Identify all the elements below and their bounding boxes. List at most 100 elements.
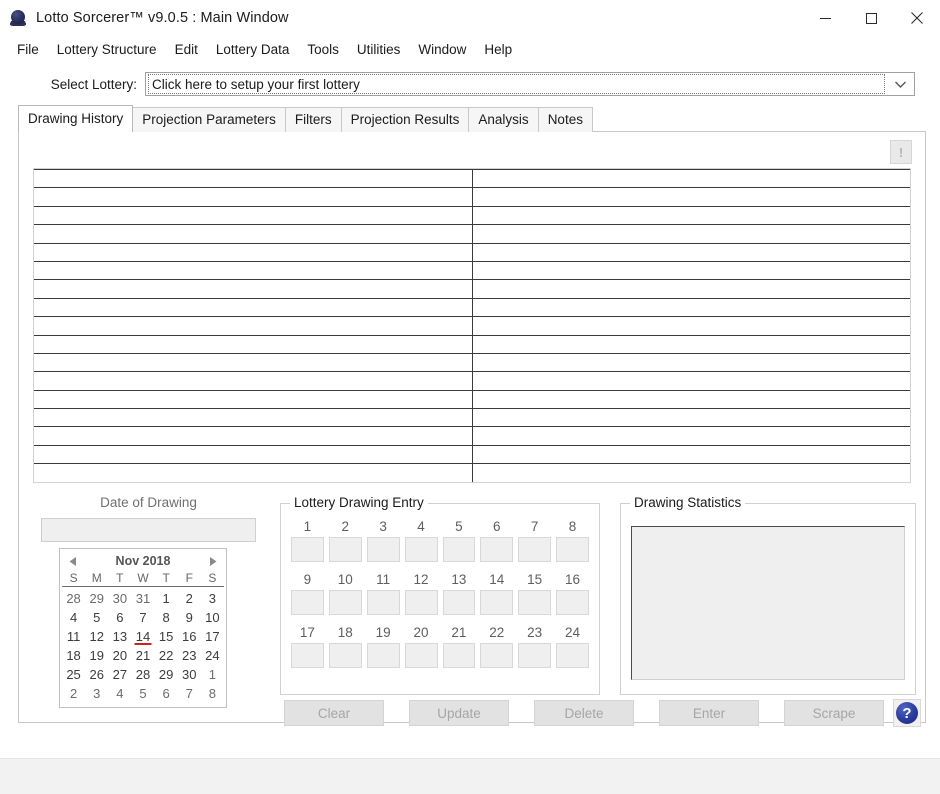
table-cell[interactable] [34, 316, 473, 336]
table-row[interactable] [34, 408, 910, 428]
calendar-day[interactable]: 8 [155, 609, 178, 627]
table-row[interactable] [34, 445, 910, 465]
table-cell[interactable] [34, 224, 473, 244]
calendar-day[interactable]: 4 [62, 609, 85, 627]
entry-number-input-14[interactable] [480, 590, 514, 615]
entry-number-input-5[interactable] [442, 537, 476, 562]
calendar-day[interactable]: 9 [178, 609, 201, 627]
table-cell[interactable] [472, 371, 910, 391]
triangle-right-icon[interactable] [206, 554, 220, 568]
table-row[interactable] [34, 206, 910, 226]
table-cell[interactable] [472, 298, 910, 318]
table-cell[interactable] [34, 426, 473, 446]
table-row[interactable] [34, 353, 910, 373]
table-row[interactable] [34, 426, 910, 446]
calendar-day[interactable]: 31 [131, 590, 154, 608]
calendar-day[interactable]: 2 [178, 590, 201, 608]
table-cell[interactable] [34, 408, 473, 428]
calendar-day[interactable]: 25 [62, 666, 85, 684]
table-cell[interactable] [472, 335, 910, 354]
calendar-day[interactable]: 6 [108, 609, 131, 627]
table-row[interactable] [34, 224, 910, 244]
calendar-day[interactable]: 5 [85, 609, 108, 627]
calendar-day[interactable]: 7 [131, 609, 154, 627]
entry-number-input-15[interactable] [518, 590, 552, 615]
table-cell[interactable] [34, 371, 473, 391]
triangle-left-icon[interactable] [66, 554, 80, 568]
entry-number-input-19[interactable] [366, 643, 400, 668]
table-row[interactable] [34, 316, 910, 336]
table-cell[interactable] [472, 426, 910, 446]
entry-number-input-7[interactable] [518, 537, 552, 562]
menu-item-edit[interactable]: Edit [166, 39, 207, 60]
calendar-day[interactable]: 21 [131, 647, 154, 665]
date-picker-calendar[interactable]: Nov 2018 SMTWTFS 28 29 30 31 1 2 3 4 5 6 7 8 9 10 11 12… [59, 548, 227, 708]
table-cell[interactable] [472, 261, 910, 281]
menu-item-help[interactable]: Help [475, 39, 521, 60]
tab-projection-results[interactable]: Projection Results [340, 107, 470, 132]
menu-item-tools[interactable]: Tools [298, 39, 348, 60]
date-of-drawing-input[interactable] [41, 518, 256, 542]
table-row[interactable] [34, 371, 910, 391]
close-button[interactable] [894, 0, 940, 36]
entry-number-input-18[interactable] [328, 643, 362, 668]
entry-number-input-3[interactable] [366, 537, 400, 562]
scrape-button[interactable]: Scrape [784, 700, 884, 726]
table-cell[interactable] [34, 261, 473, 281]
table-cell[interactable] [472, 316, 910, 336]
entry-number-input-13[interactable] [442, 590, 476, 615]
table-cell[interactable] [34, 279, 473, 299]
entry-number-input-17[interactable] [291, 643, 324, 668]
table-row[interactable] [34, 298, 910, 318]
clear-button[interactable]: Clear [284, 700, 384, 726]
table-cell[interactable] [34, 445, 473, 465]
tab-filters[interactable]: Filters [284, 107, 342, 132]
drawing-history-grid[interactable] [33, 168, 911, 483]
table-cell[interactable] [472, 408, 910, 428]
menu-item-window[interactable]: Window [409, 39, 475, 60]
table-row[interactable] [34, 187, 910, 207]
calendar-day[interactable]: 23 [178, 647, 201, 665]
calendar-day[interactable]: 28 [62, 590, 85, 608]
table-cell[interactable] [34, 243, 473, 262]
table-cell[interactable] [472, 169, 910, 189]
entry-number-input-10[interactable] [328, 590, 362, 615]
calendar-day[interactable]: 3 [201, 590, 224, 608]
calendar-day[interactable]: 1 [155, 590, 178, 608]
menu-item-utilities[interactable]: Utilities [348, 39, 410, 60]
entry-number-input-1[interactable] [291, 537, 324, 562]
entry-number-input-16[interactable] [556, 590, 589, 615]
calendar-day[interactable]: 30 [178, 666, 201, 684]
drawing-statistics-list[interactable] [631, 526, 905, 680]
table-cell[interactable] [472, 353, 910, 373]
table-row[interactable] [34, 463, 910, 482]
table-cell[interactable] [34, 169, 473, 189]
tab-analysis[interactable]: Analysis [468, 107, 539, 132]
calendar-day[interactable]: 24 [201, 647, 224, 665]
table-cell[interactable] [34, 206, 473, 226]
calendar-day[interactable]: 27 [108, 666, 131, 684]
entry-number-input-20[interactable] [404, 643, 438, 668]
table-cell[interactable] [34, 390, 473, 410]
menu-item-lottery-structure[interactable]: Lottery Structure [48, 39, 166, 60]
table-cell[interactable] [34, 187, 473, 207]
entry-number-input-6[interactable] [480, 537, 514, 562]
calendar-day[interactable]: 12 [85, 628, 108, 646]
maximize-button[interactable] [848, 0, 894, 36]
update-button[interactable]: Update [409, 700, 509, 726]
tab-notes[interactable]: Notes [537, 107, 593, 132]
table-cell[interactable] [472, 279, 910, 299]
table-cell[interactable] [472, 390, 910, 410]
table-row[interactable] [34, 261, 910, 281]
entry-number-input-4[interactable] [404, 537, 438, 562]
calendar-day[interactable]: 17 [201, 628, 224, 646]
calendar-day[interactable]: 10 [201, 609, 224, 627]
calendar-day[interactable]: 30 [108, 590, 131, 608]
table-row[interactable] [34, 243, 910, 262]
calendar-day[interactable]: 26 [85, 666, 108, 684]
table-row[interactable] [34, 390, 910, 410]
calendar-day[interactable]: 29 [85, 590, 108, 608]
calendar-day[interactable]: 13 [108, 628, 131, 646]
exclamation-button[interactable]: ! [890, 140, 912, 164]
entry-number-input-21[interactable] [442, 643, 476, 668]
